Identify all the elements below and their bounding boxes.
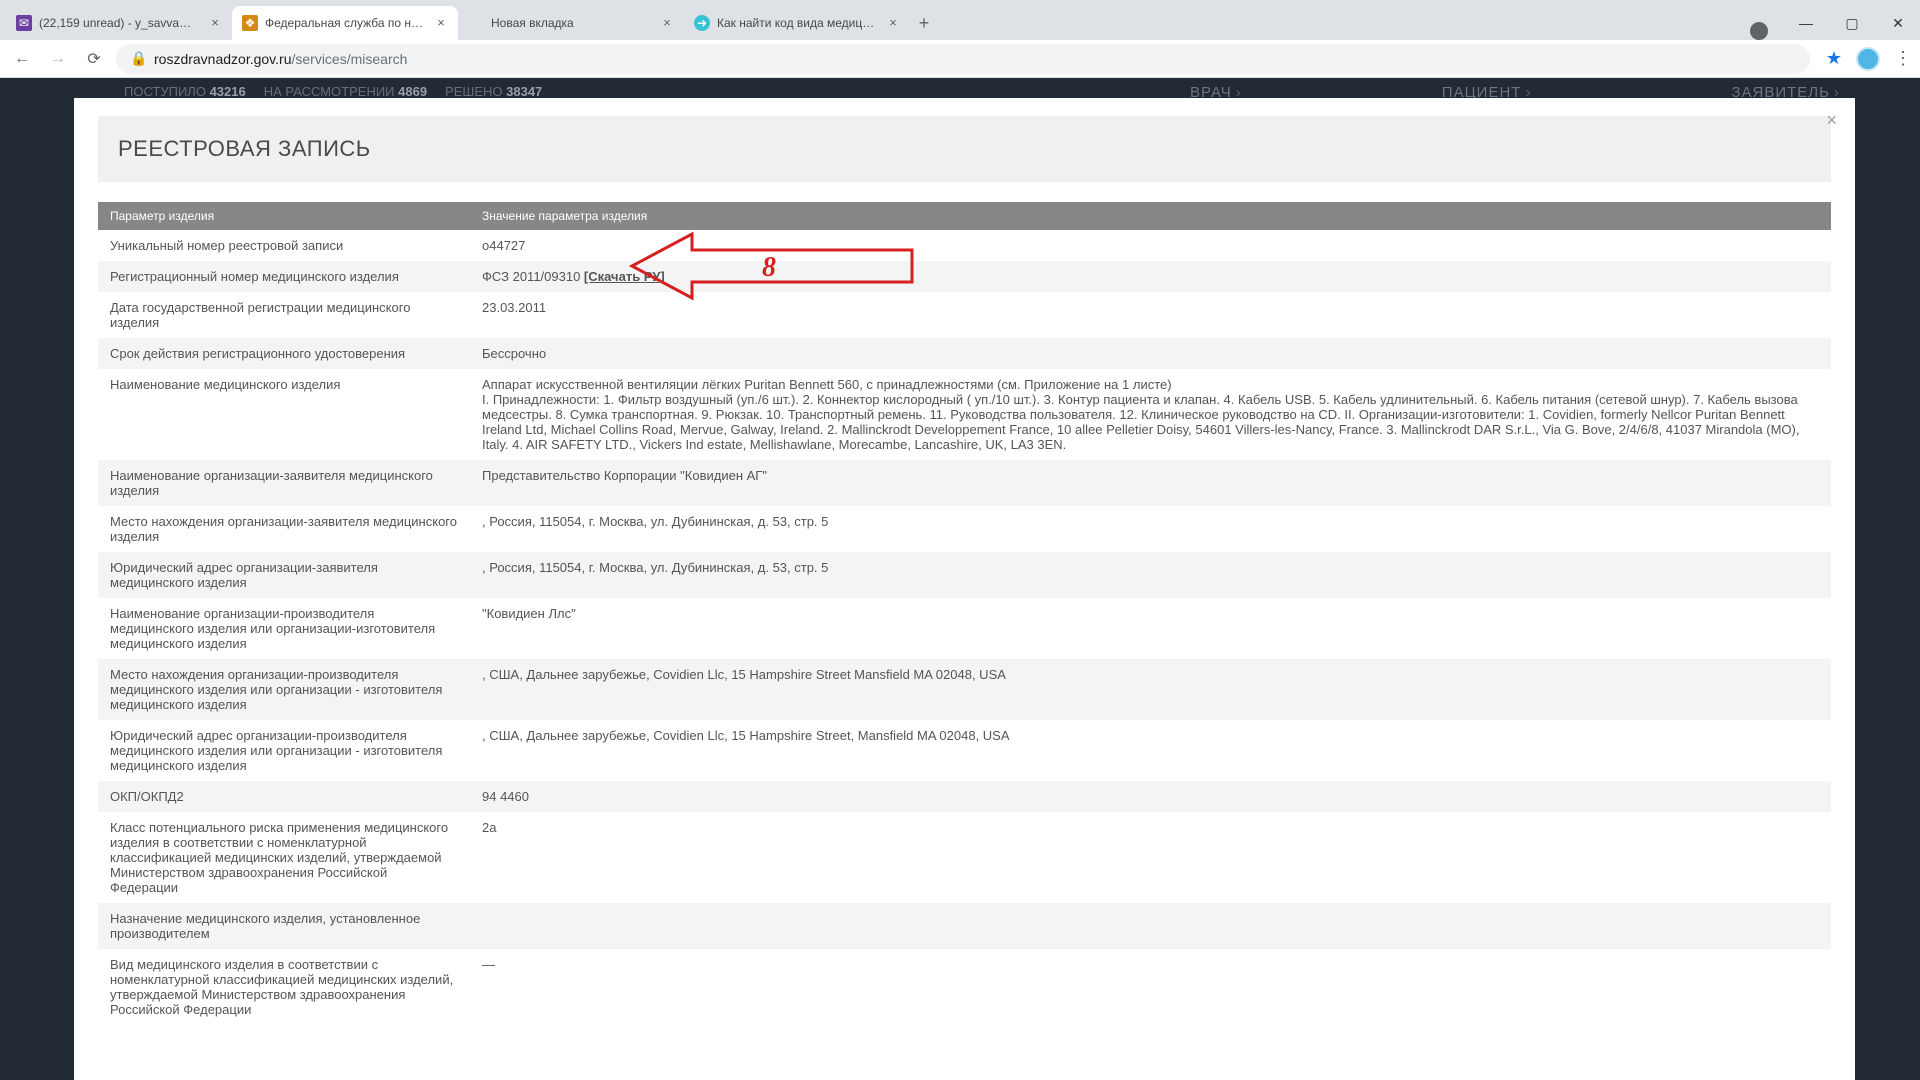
table-row: ОКП/ОКПД294 4460 xyxy=(98,781,1831,812)
param-name: Наименование организации-заявителя медиц… xyxy=(98,460,470,506)
url-input[interactable]: 🔒 roszdravnadzor.gov.ru/services/misearc… xyxy=(116,44,1810,74)
url-text: roszdravnadzor.gov.ru/services/misearch xyxy=(154,51,407,67)
lock-icon: 🔒 xyxy=(130,50,144,67)
back-button[interactable]: ← xyxy=(8,45,36,73)
table-row: Место нахождения организации-производите… xyxy=(98,659,1831,720)
th-param: Параметр изделия xyxy=(98,202,470,230)
close-window-button[interactable]: ✕ xyxy=(1884,15,1912,32)
address-bar: ← → ⟳ 🔒 roszdravnadzor.gov.ru/services/m… xyxy=(0,40,1920,78)
table-row: Юридический адрес организации-производит… xyxy=(98,720,1831,781)
param-value: Бессрочно xyxy=(470,338,1831,369)
mail-icon: ✉ xyxy=(16,15,32,31)
tab-0[interactable]: ✉ (22,159 unread) - y_savva@yahoo × xyxy=(6,6,232,40)
param-value: о44727 xyxy=(470,230,1831,261)
page-backdrop: ПОСТУПИЛО 43216 НА РАССМОТРЕНИИ 4869 РЕШ… xyxy=(0,78,1920,1080)
table-row: Вид медицинского изделия в соответствии … xyxy=(98,949,1831,1025)
site-icon: ❖ xyxy=(242,15,258,31)
tab-1[interactable]: ❖ Федеральная служба по надзор × xyxy=(232,6,458,40)
download-ru-link[interactable]: [Скачать РУ] xyxy=(584,269,665,284)
tab-label: Федеральная служба по надзор xyxy=(265,16,427,30)
table-row: Наименование организации-заявителя медиц… xyxy=(98,460,1831,506)
param-name: Назначение медицинского изделия, установ… xyxy=(98,903,470,949)
param-value: — xyxy=(470,949,1831,1025)
table-row: Дата государственной регистрации медицин… xyxy=(98,292,1831,338)
blank-icon xyxy=(468,15,484,31)
param-name: Регистрационный номер медицинского издел… xyxy=(98,261,470,292)
param-name: Юридический адрес организации-производит… xyxy=(98,720,470,781)
modal-header: РЕЕСТРОВАЯ ЗАПИСЬ xyxy=(98,116,1831,182)
table-row: Место нахождения организации-заявителя м… xyxy=(98,506,1831,552)
window-controls: — ▢ ✕ xyxy=(1792,6,1912,40)
modal-title: РЕЕСТРОВАЯ ЗАПИСЬ xyxy=(118,136,1811,162)
close-icon[interactable]: × xyxy=(208,16,222,30)
browser-titlebar: ✉ (22,159 unread) - y_savva@yahoo × ❖ Фе… xyxy=(0,0,1920,40)
param-value: 2а xyxy=(470,812,1831,903)
tab-3[interactable]: ➜ Как найти код вида медицинско × xyxy=(684,6,910,40)
tab-label: Новая вкладка xyxy=(491,16,653,30)
tab-2[interactable]: Новая вкладка × xyxy=(458,6,684,40)
param-name: Место нахождения организации-производите… xyxy=(98,659,470,720)
param-name: Наименование медицинского изделия xyxy=(98,369,470,460)
th-value: Значение параметра изделия xyxy=(470,202,1831,230)
kebab-menu-icon[interactable]: ⋮ xyxy=(1894,48,1912,69)
new-tab-button[interactable]: + xyxy=(910,6,938,40)
param-value: ФСЗ 2011/09310 [Скачать РУ] xyxy=(470,261,1831,292)
tab-label: (22,159 unread) - y_savva@yahoo xyxy=(39,16,201,30)
param-value: 23.03.2011 xyxy=(470,292,1831,338)
minimize-button[interactable]: — xyxy=(1792,15,1820,31)
param-value: Представительство Корпорации "Ковидиен А… xyxy=(470,460,1831,506)
table-row: Юридический адрес организации-заявителя … xyxy=(98,552,1831,598)
param-name: Вид медицинского изделия в соответствии … xyxy=(98,949,470,1025)
table-row: Срок действия регистрационного удостовер… xyxy=(98,338,1831,369)
record-modal: × РЕЕСТРОВАЯ ЗАПИСЬ Параметр изделия Зна… xyxy=(74,98,1855,1080)
params-table: Параметр изделия Значение параметра изде… xyxy=(98,202,1831,1025)
param-value: , США, Дальнее зарубежье, Covidien Llc, … xyxy=(470,659,1831,720)
param-name: Срок действия регистрационного удостовер… xyxy=(98,338,470,369)
param-value: , Россия, 115054, г. Москва, ул. Дубинин… xyxy=(470,506,1831,552)
table-row: Класс потенциального риска применения ме… xyxy=(98,812,1831,903)
maximize-button[interactable]: ▢ xyxy=(1838,15,1866,32)
table-row: Назначение медицинского изделия, установ… xyxy=(98,903,1831,949)
site-icon: ➜ xyxy=(694,15,710,31)
param-name: Наименование организации-производителя м… xyxy=(98,598,470,659)
param-value: , Россия, 115054, г. Москва, ул. Дубинин… xyxy=(470,552,1831,598)
close-icon[interactable]: × xyxy=(434,16,448,30)
param-name: Юридический адрес организации-заявителя … xyxy=(98,552,470,598)
tab-label: Как найти код вида медицинско xyxy=(717,16,879,30)
param-value: 94 4460 xyxy=(470,781,1831,812)
param-name: ОКП/ОКПД2 xyxy=(98,781,470,812)
table-row: Регистрационный номер медицинского издел… xyxy=(98,261,1831,292)
bookmark-star-icon[interactable]: ★ xyxy=(1826,48,1842,69)
table-row: Наименование медицинского изделияАппарат… xyxy=(98,369,1831,460)
param-name: Дата государственной регистрации медицин… xyxy=(98,292,470,338)
param-value: "Ковидиен Ллс" xyxy=(470,598,1831,659)
forward-button[interactable]: → xyxy=(44,45,72,73)
reload-button[interactable]: ⟳ xyxy=(80,45,108,73)
table-row: Уникальный номер реестровой записио44727 xyxy=(98,230,1831,261)
param-value: , США, Дальнее зарубежье, Covidien Llc, … xyxy=(470,720,1831,781)
param-value xyxy=(470,903,1831,949)
account-icon[interactable] xyxy=(1750,22,1768,40)
close-icon[interactable]: × xyxy=(886,16,900,30)
close-icon[interactable]: × xyxy=(660,16,674,30)
table-row: Наименование организации-производителя м… xyxy=(98,598,1831,659)
profile-avatar[interactable] xyxy=(1856,47,1880,71)
modal-close-button[interactable]: × xyxy=(1826,110,1837,131)
param-name: Уникальный номер реестровой записи xyxy=(98,230,470,261)
tab-strip: ✉ (22,159 unread) - y_savva@yahoo × ❖ Фе… xyxy=(6,6,1750,40)
param-name: Место нахождения организации-заявителя м… xyxy=(98,506,470,552)
param-value: Аппарат искусственной вентиляции лёгких … xyxy=(470,369,1831,460)
param-name: Класс потенциального риска применения ме… xyxy=(98,812,470,903)
